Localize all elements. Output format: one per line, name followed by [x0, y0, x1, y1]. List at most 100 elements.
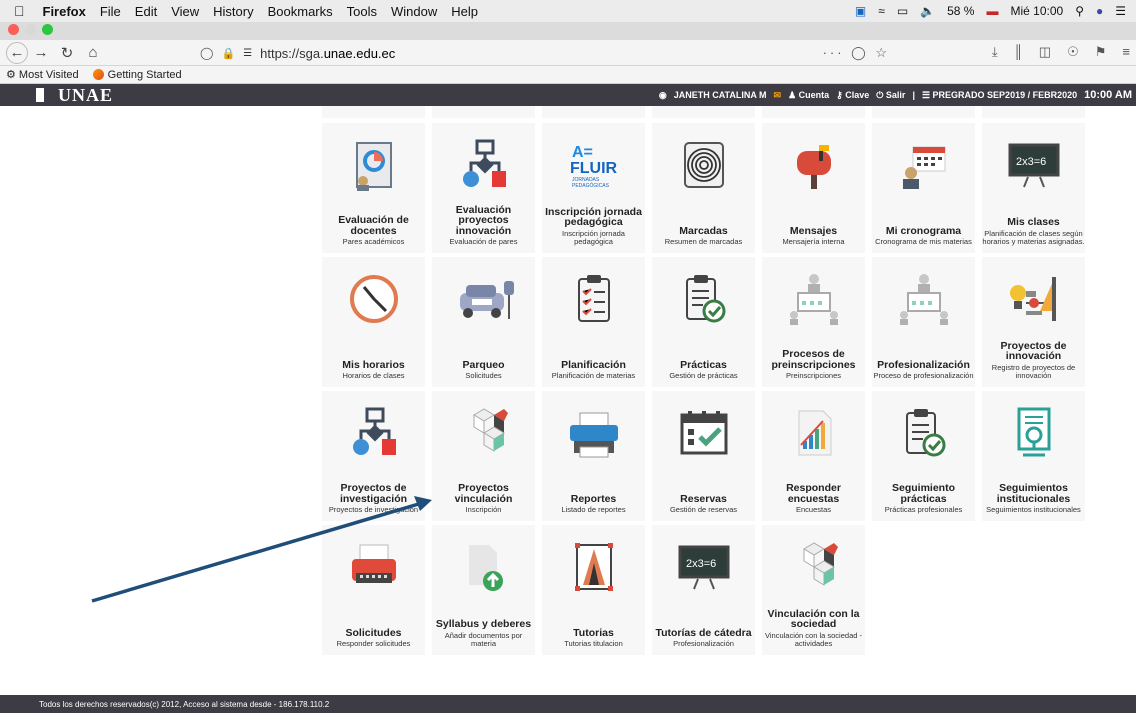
module-card-reportes[interactable]: Reportes Listado de reportes: [542, 391, 645, 521]
module-card-syllabus-y-deberes[interactable]: Syllabus y deberes Añadir documentos por …: [432, 525, 535, 655]
card-top-strip: [432, 106, 535, 118]
siri-icon[interactable]: ●: [1096, 4, 1103, 18]
module-title: Reservas: [680, 492, 727, 505]
account-link[interactable]: ♟ Cuenta: [788, 90, 829, 101]
sidebar-icon[interactable]: ◫: [1039, 44, 1051, 60]
module-title: Syllabus y deberes: [435, 618, 532, 631]
module-card-mi-cronograma[interactable]: Mi cronograma Cronograma de mis materias: [872, 123, 975, 253]
module-card-proyectos-vinculacion[interactable]: Proyectos vinculación Inscripción: [432, 391, 535, 521]
airplay-icon[interactable]: ▭: [897, 4, 908, 18]
survey-chart-icon: [784, 403, 844, 463]
module-card-procesos-de-preinscripciones[interactable]: Procesos de preinscripciones Preinscripci…: [762, 257, 865, 387]
module-subtitle: Inscripción jornada pedagógica: [562, 228, 625, 247]
module-card-marcadas[interactable]: Marcadas Resumen de marcadas: [652, 123, 755, 253]
battery-label[interactable]: 58 %: [947, 4, 974, 18]
reload-button[interactable]: ↻: [54, 42, 80, 64]
module-subtitle: Registro de proyectos de innovación: [991, 362, 1076, 381]
logout-link[interactable]: ⏻ Salir: [876, 90, 905, 101]
module-card-solicitudes[interactable]: Solicitudes Responder solicitudes: [322, 525, 425, 655]
logo-mark-icon: [36, 88, 44, 102]
user-icon: ◉: [658, 89, 667, 100]
chalkboard-icon: 2x3=6: [1004, 135, 1064, 195]
module-card-evaluacion-de-docentes[interactable]: Evaluación de docentes Pares académicos: [322, 123, 425, 253]
menu-tools[interactable]: Tools: [347, 4, 377, 19]
home-button[interactable]: ⌂: [80, 42, 106, 64]
menu-edit[interactable]: Edit: [135, 4, 157, 19]
url-text[interactable]: https://sga.unae.edu.ec: [260, 46, 395, 61]
back-button[interactable]: ←: [6, 41, 28, 64]
bookmark-most-visited[interactable]: ⚙ Most Visited: [6, 68, 79, 81]
teamviewer-icon[interactable]: ▣: [855, 4, 866, 18]
module-subtitle: Planificación de materias: [551, 371, 636, 381]
module-card-inscripcion-jornada-pedagogica[interactable]: A= FLUIR JORNADAS PEDAGÓGICAS Inscripción jo…: [542, 123, 645, 253]
fingerprint-icon: [674, 135, 734, 195]
menu-file[interactable]: File: [100, 4, 121, 19]
document-search-icon: [1004, 403, 1064, 463]
module-card-reservas[interactable]: Reservas Gestión de reservas: [652, 391, 755, 521]
module-card-planificacion[interactable]: Planificación Planificación de materias: [542, 257, 645, 387]
module-subtitle: Añadir documentos por materia: [444, 630, 523, 649]
flag-icon[interactable]: ▬: [986, 4, 998, 18]
module-card-seguimientos-institucionales[interactable]: Seguimientos institucionales Seguimientos…: [982, 391, 1085, 521]
clock-label[interactable]: Mié 10:00: [1010, 4, 1063, 18]
menu-history[interactable]: History: [213, 4, 253, 19]
module-card-practicas[interactable]: Prácticas Gestión de prácticas: [652, 257, 755, 387]
zoom-window-icon[interactable]: [42, 24, 53, 35]
menu-help[interactable]: Help: [451, 4, 478, 19]
printer-icon: [564, 403, 624, 463]
downloads-icon[interactable]: ⤓: [992, 44, 998, 60]
permissions-icon[interactable]: ☰: [243, 48, 252, 59]
page-actions[interactable]: ··· ◯ ☆: [823, 45, 890, 61]
module-card-mis-horarios[interactable]: Mis horarios Horarios de clases: [322, 257, 425, 387]
module-card-mis-clases[interactable]: 2x3=6 Mis clases Planificación de clases s…: [982, 123, 1085, 253]
wifi-icon[interactable]: ≈: [878, 4, 885, 18]
module-card-proyectos-de-investigacion[interactable]: Proyectos de investigación Proyectos de i…: [322, 391, 425, 521]
module-title: Responder encuestas: [786, 482, 841, 505]
module-subtitle: Responder solicitudes: [336, 639, 411, 649]
module-card-vinculacion-con-la-sociedad[interactable]: Vinculación con la sociedad Vinculación c…: [762, 525, 865, 655]
footer: Todos los derechos reservados(c) 2012, A…: [0, 695, 1136, 713]
menu-view[interactable]: View: [171, 4, 199, 19]
module-title: Mis clases: [1007, 216, 1060, 229]
module-subtitle: Gestión de prácticas: [669, 371, 738, 381]
module-card-evaluacion-proyectos-innovacion[interactable]: Evaluación proyectos innovación Evaluació…: [432, 123, 535, 253]
bookmark-getting-started[interactable]: Getting Started: [92, 68, 182, 81]
module-card-tutorias[interactable]: Tutorias Tutorias titulacion: [542, 525, 645, 655]
app-header: UNAE ◉ JANETH CATALINA M ✉ ♟ Cuenta ⚷ Cl…: [0, 84, 1136, 106]
calendar-check-icon: [674, 403, 734, 463]
module-subtitle: Preinscripciones: [785, 371, 842, 381]
module-card-profesionalizacion[interactable]: Profesionalización Proceso de profesional…: [872, 257, 975, 387]
password-link[interactable]: ⚷ Clave: [836, 90, 869, 101]
extension-icon[interactable]: ⚑: [1095, 44, 1107, 60]
url-bar[interactable]: ◯ 🔒 ☰ https://sga.unae.edu.ec ··· ◯ ☆: [200, 43, 890, 63]
notification-center-icon[interactable]: ☰: [1115, 4, 1126, 18]
tracking-shield-icon[interactable]: ◯: [200, 46, 213, 60]
library-icon[interactable]: ║: [1014, 44, 1023, 60]
module-card-parqueo[interactable]: Parqueo Solicitudes: [432, 257, 535, 387]
period-selector[interactable]: ☰ PREGRADO SEP2019 / FEBR2020: [922, 90, 1077, 101]
volume-icon[interactable]: 🔈: [920, 4, 935, 18]
module-subtitle: Planificación de clases según horarios y…: [982, 228, 1085, 247]
lock-icon[interactable]: 🔒: [221, 47, 235, 60]
spotlight-icon[interactable]: ⚲: [1075, 4, 1084, 18]
module-card-mensajes[interactable]: Mensajes Mensajería interna: [762, 123, 865, 253]
card-top-strip: [652, 106, 755, 118]
module-card-tutorias-de-catedra[interactable]: 2x3=6 Tutorías de cátedra Profesionalizaci…: [652, 525, 755, 655]
hamburger-menu-icon[interactable]: ≡: [1122, 44, 1130, 60]
clipboard-check-icon: [674, 269, 734, 329]
unae-logo[interactable]: UNAE: [36, 85, 113, 106]
menu-bookmarks[interactable]: Bookmarks: [268, 4, 333, 19]
menu-app[interactable]: Firefox: [43, 4, 86, 19]
minimize-window-icon[interactable]: [25, 24, 36, 35]
module-card-responder-encuestas[interactable]: Responder encuestas Encuestas: [762, 391, 865, 521]
account-icon[interactable]: ☉: [1067, 44, 1079, 60]
forward-button[interactable]: →: [28, 42, 54, 64]
module-title: Evaluación proyectos innovación: [455, 203, 512, 237]
menu-window[interactable]: Window: [391, 4, 437, 19]
module-card-proyectos-de-innovacion[interactable]: Proyectos de innovación Registro de proye…: [982, 257, 1085, 387]
module-card-seguimiento-practicas[interactable]: Seguimiento prácticas Prácticas profesion…: [872, 391, 975, 521]
firefox-icon: [92, 68, 104, 80]
mail-icon[interactable]: ✉: [774, 90, 782, 101]
apple-icon[interactable]: : [14, 3, 25, 19]
close-window-icon[interactable]: [8, 24, 19, 35]
